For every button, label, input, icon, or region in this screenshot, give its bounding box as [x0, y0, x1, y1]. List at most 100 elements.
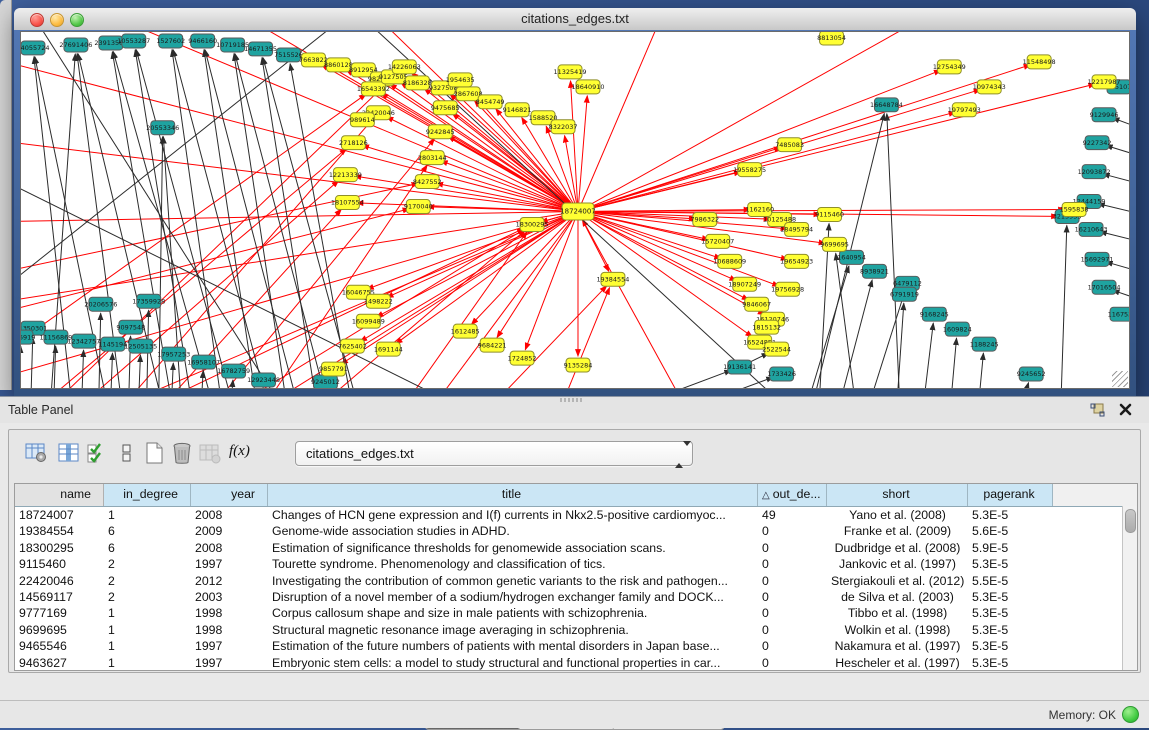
column-header-title[interactable]: title: [268, 484, 758, 506]
panel-resize-handle[interactable]: [560, 398, 582, 402]
graph-node[interactable]: 17016504: [1088, 280, 1121, 294]
graph-node[interactable]: 8186328: [403, 76, 432, 90]
table-row[interactable]: 1830029562008Estimation of significance …: [15, 540, 1137, 556]
graph-node[interactable]: 1724852: [508, 351, 537, 365]
show-columns-button[interactable]: [56, 440, 82, 466]
graph-node[interactable]: 18907249: [728, 277, 761, 291]
graph-node[interactable]: 14671355: [244, 42, 277, 56]
graph-node[interactable]: 7485083: [775, 138, 804, 152]
table-vertical-scrollbar[interactable]: [1122, 506, 1137, 670]
select-all-rows-button[interactable]: [85, 440, 111, 466]
graph-node[interactable]: 12213339: [329, 168, 362, 182]
graph-node[interactable]: 1188245: [970, 337, 999, 351]
function-builder-button[interactable]: f(x): [227, 440, 261, 466]
graph-node[interactable]: 16782759: [217, 364, 250, 378]
memory-indicator[interactable]: Memory: OK: [1049, 706, 1139, 723]
graph-node[interactable]: 1640954: [837, 250, 866, 264]
graph-node[interactable]: 1612485: [451, 324, 480, 338]
graph-node[interactable]: 9168245: [920, 307, 949, 321]
table-settings-button[interactable]: [23, 440, 49, 466]
float-panel-icon[interactable]: [1090, 403, 1105, 417]
table-row[interactable]: 1456911722003Disruption of a novel membe…: [15, 589, 1137, 605]
graph-node[interactable]: 7625402: [338, 339, 367, 353]
graph-node[interactable]: 9684221: [478, 338, 507, 352]
graph-node[interactable]: 12923448: [247, 373, 280, 387]
graph-node[interactable]: 16099489: [352, 314, 385, 328]
graph-node[interactable]: 8427552: [413, 175, 442, 189]
column-header-pagerank[interactable]: pagerank: [968, 484, 1053, 506]
graph-node[interactable]: 12505135: [124, 339, 157, 353]
graph-node[interactable]: 10688609: [713, 254, 746, 268]
graph-node[interactable]: 18495794: [780, 222, 813, 236]
graph-node[interactable]: 9699695: [820, 237, 849, 251]
graph-node[interactable]: 9846067: [742, 297, 771, 311]
table-row[interactable]: 2242004622012Investigating the contribut…: [15, 573, 1137, 589]
column-header-year[interactable]: year: [191, 484, 268, 506]
graph-node[interactable]: 2718126: [339, 136, 368, 150]
graph-node[interactable]: 27691406: [59, 38, 92, 52]
graph-node[interactable]: 15720407: [701, 234, 734, 248]
delete-table-button[interactable]: [169, 440, 195, 466]
graph-node[interactable]: 19654923: [780, 254, 813, 268]
graph-node[interactable]: 9475685: [431, 101, 460, 115]
graph-node[interactable]: 12093872: [1078, 165, 1111, 179]
graph-node[interactable]: 19756928: [771, 282, 804, 296]
graph-node[interactable]: 9135284: [564, 358, 593, 372]
column-header-in-degree[interactable]: in_degree: [104, 484, 191, 506]
clear-selection-button[interactable]: [114, 440, 140, 466]
column-header-out-degree[interactable]: △out_de...: [758, 484, 827, 506]
graph-node[interactable]: 1691144: [374, 342, 403, 356]
table-row[interactable]: 946554611997Estimation of the future num…: [15, 638, 1137, 654]
graph-node[interactable]: 10974343: [973, 80, 1006, 94]
graph-node[interactable]: 19384554: [596, 272, 629, 286]
table-row[interactable]: 1872400712008Changes of HCN gene express…: [15, 507, 1137, 523]
close-panel-icon[interactable]: [1118, 402, 1133, 417]
graph-node[interactable]: 18724007: [560, 203, 596, 220]
graph-node[interactable]: 8938921: [860, 264, 889, 278]
canvas-resize-grip[interactable]: [1112, 371, 1128, 387]
network-canvas[interactable]: 1405572427691406239135681055328715276029…: [20, 31, 1130, 389]
graph-node[interactable]: 19136141: [723, 360, 756, 374]
graph-node[interactable]: 1527602: [156, 34, 185, 48]
graph-node[interactable]: 16648784: [870, 98, 903, 112]
graph-node[interactable]: 1162160: [745, 203, 774, 217]
table-select-dropdown[interactable]: citations_edges.txt: [295, 441, 693, 466]
graph-node[interactable]: 9466160: [188, 34, 217, 48]
graph-node[interactable]: 12342757: [67, 334, 100, 348]
table-row[interactable]: 946362711997Embryonic stem cells: a mode…: [15, 655, 1137, 671]
scrollbar-thumb[interactable]: [1125, 509, 1136, 533]
graph-node[interactable]: 8454749: [476, 95, 505, 109]
graph-node[interactable]: 1167533: [1108, 307, 1129, 321]
graph-node[interactable]: 1609824: [943, 322, 972, 336]
graph-node[interactable]: 9857791: [319, 362, 348, 376]
graph-node[interactable]: 2522544: [762, 342, 791, 356]
graph-node[interactable]: 9097548: [116, 320, 145, 334]
graph-node[interactable]: 18107554: [331, 196, 364, 210]
graph-node[interactable]: 1145194: [98, 337, 127, 351]
graph-node[interactable]: 1733426: [767, 367, 796, 381]
table-row[interactable]: 1938455462009Genome-wide association stu…: [15, 523, 1137, 539]
graph-node[interactable]: 1498222: [364, 294, 393, 308]
graph-node[interactable]: 2803144: [418, 151, 447, 165]
graph-node[interactable]: 9245012: [311, 375, 340, 388]
table-row[interactable]: 969969511998Structural magnetic resonanc…: [15, 622, 1137, 638]
window-titlebar[interactable]: citations_edges.txt: [14, 8, 1136, 31]
graph-node[interactable]: 9115460: [815, 208, 844, 222]
column-header-name[interactable]: name: [15, 484, 104, 506]
table-row[interactable]: 911546021997Tourette syndrome. Phenomeno…: [15, 556, 1137, 572]
graph-node[interactable]: 16210643: [1075, 222, 1108, 236]
table-row[interactable]: 977716911998Corpus callosum shape and si…: [15, 605, 1137, 621]
graph-node[interactable]: 17957253: [157, 347, 190, 361]
graph-node[interactable]: 8322037: [549, 120, 578, 134]
graph-node[interactable]: 15692971: [1081, 252, 1114, 266]
import-table-button-disabled[interactable]: [197, 440, 223, 466]
graph-node[interactable]: 1815132: [752, 320, 781, 334]
graph-node[interactable]: 18640910: [571, 80, 604, 94]
graph-node[interactable]: 20206576: [84, 297, 117, 311]
graph-node[interactable]: 17359928: [132, 294, 165, 308]
graph-node[interactable]: 12217987: [1088, 75, 1121, 89]
graph-node[interactable]: 14226063: [388, 60, 421, 74]
column-header-short[interactable]: short: [827, 484, 968, 506]
graph-node[interactable]: 1954635: [446, 73, 475, 87]
graph-node[interactable]: 12754349: [933, 60, 966, 74]
